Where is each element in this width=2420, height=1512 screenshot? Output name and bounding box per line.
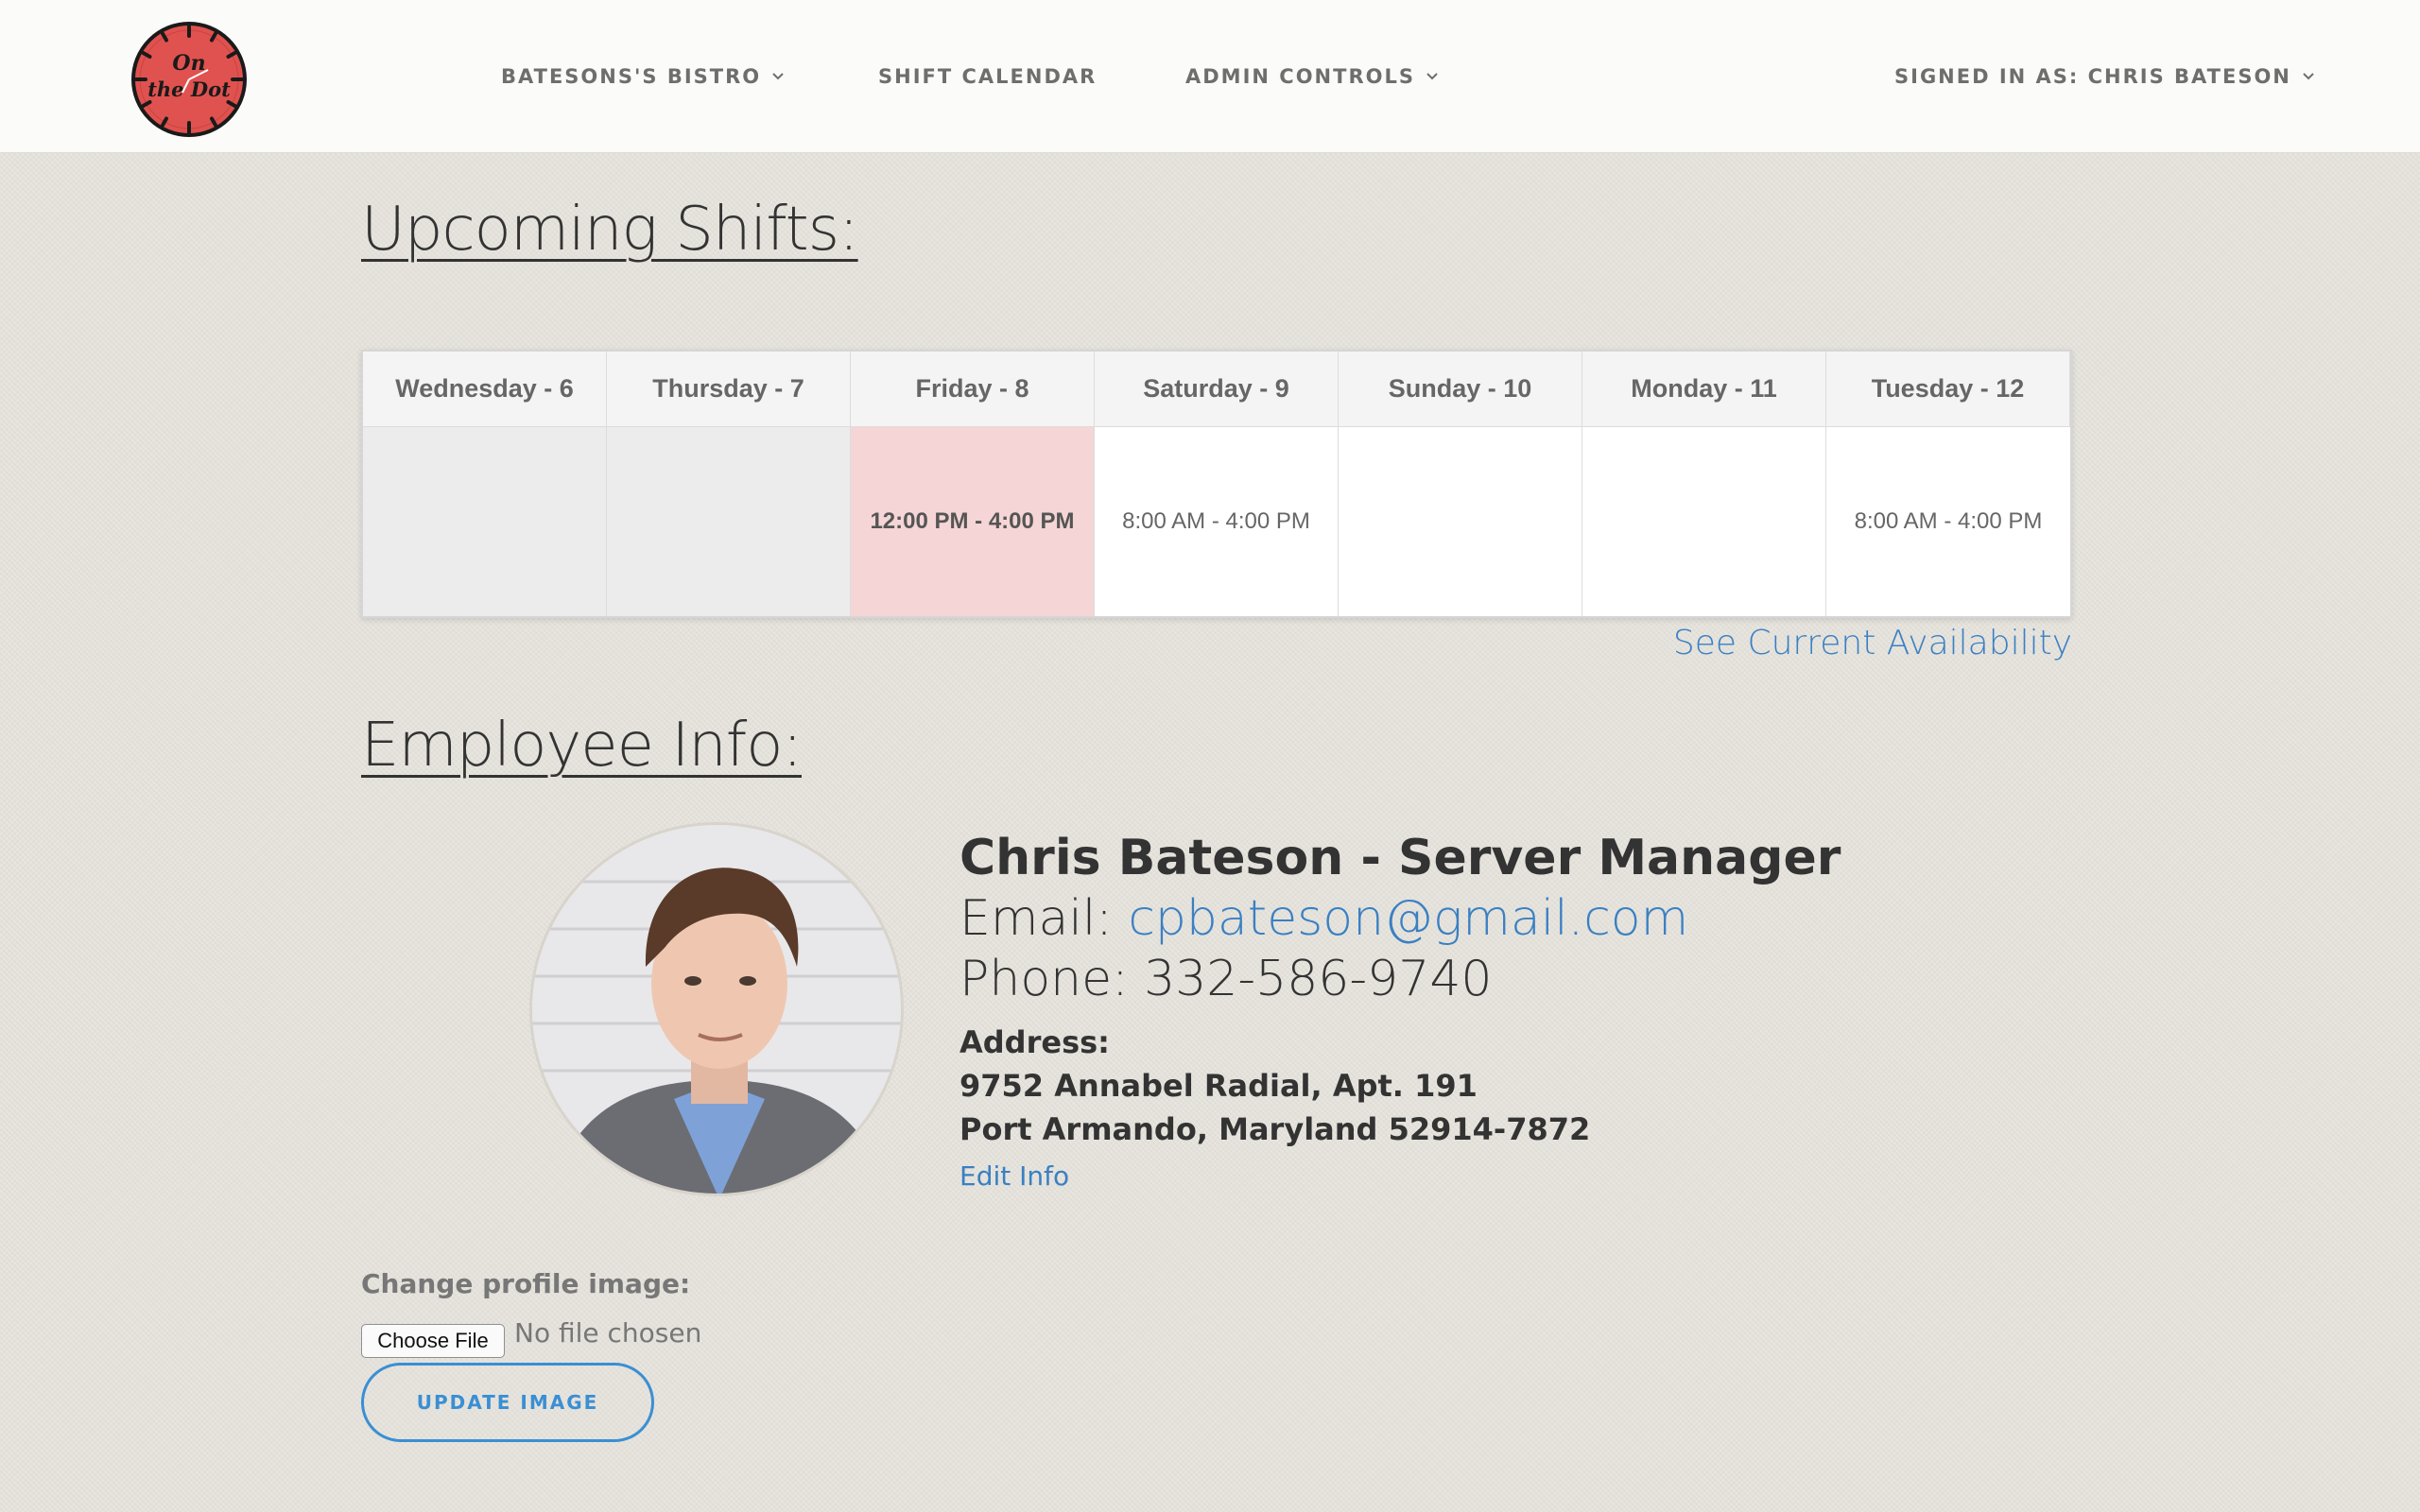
shift-cell: 8:00 AM - 4:00 PM — [1095, 427, 1339, 616]
edit-info-link[interactable]: Edit Info — [959, 1160, 1069, 1192]
shift-cell — [1339, 427, 1582, 616]
nav-user-label: SIGNED IN AS: CHRIS BATESON — [1894, 65, 2291, 88]
employee-phone: Phone: 332-586-9740 — [959, 951, 1493, 1007]
upcoming-shifts-heading: Upcoming Shifts: — [361, 195, 859, 265]
address-label: Address: — [959, 1024, 1110, 1060]
day-header: Sunday - 10 — [1339, 352, 1582, 427]
nav-restaurant-dropdown[interactable]: BATESONS'S BISTRO — [501, 62, 786, 91]
employee-name-role: Chris Bateson - Server Manager — [959, 830, 1841, 886]
change-image-label: Change profile image: — [361, 1268, 691, 1299]
choose-file-button[interactable]: Choose File — [361, 1324, 505, 1358]
address-line2: Port Armando, Maryland 52914-7872 — [959, 1111, 1591, 1147]
nav-shift-calendar[interactable]: SHIFT CALENDAR — [878, 62, 1097, 91]
address-line1: 9752 Annabel Radial, Apt. 191 — [959, 1068, 1478, 1104]
nav-user-dropdown[interactable]: SIGNED IN AS: CHRIS BATESON — [1894, 62, 2316, 91]
shift-cell — [363, 427, 607, 616]
shift-table: Wednesday - 6 Thursday - 7 Friday - 8 Sa… — [361, 350, 2072, 618]
avatar-photo — [529, 822, 904, 1196]
logo-text-line2: the Dot — [147, 77, 231, 101]
employee-info-heading: Employee Info: — [361, 711, 803, 781]
clock-logo-icon[interactable]: On the Dot — [130, 21, 248, 138]
shift-cell — [1582, 427, 1826, 616]
email-link[interactable]: cpbateson@gmail.com — [1128, 890, 1688, 947]
shift-cell — [607, 427, 851, 616]
chevron-down-icon — [1426, 73, 1438, 80]
nav-admin-label: ADMIN CONTROLS — [1185, 65, 1415, 88]
nav-restaurant-label: BATESONS'S BISTRO — [501, 65, 762, 88]
day-header: Thursday - 7 — [607, 352, 851, 427]
day-header: Tuesday - 12 — [1826, 352, 2070, 427]
chevron-down-icon — [2303, 73, 2314, 80]
day-header: Wednesday - 6 — [363, 352, 607, 427]
top-navbar: On the Dot BATESONS'S BISTRO SHIFT CALEN… — [0, 0, 2420, 153]
shift-cell-today: 12:00 PM - 4:00 PM — [851, 427, 1095, 616]
day-header: Saturday - 9 — [1095, 352, 1339, 427]
shift-cell: 8:00 AM - 4:00 PM — [1854, 508, 2043, 534]
nav-admin-dropdown[interactable]: ADMIN CONTROLS — [1185, 62, 1440, 91]
see-availability-link[interactable]: See Current Availability — [1531, 624, 2072, 662]
nav-shift-calendar-label: SHIFT CALENDAR — [878, 65, 1098, 88]
day-header: Friday - 8 — [851, 352, 1095, 427]
day-header: Monday - 11 — [1582, 352, 1826, 427]
file-status-text: No file chosen — [514, 1317, 702, 1349]
update-image-button[interactable]: UPDATE IMAGE — [361, 1363, 654, 1442]
employee-email-row: Email: cpbateson@gmail.com — [959, 890, 1688, 947]
email-label: Email: — [959, 890, 1129, 947]
chevron-down-icon — [772, 73, 784, 80]
logo-text-line1: On — [172, 51, 205, 76]
